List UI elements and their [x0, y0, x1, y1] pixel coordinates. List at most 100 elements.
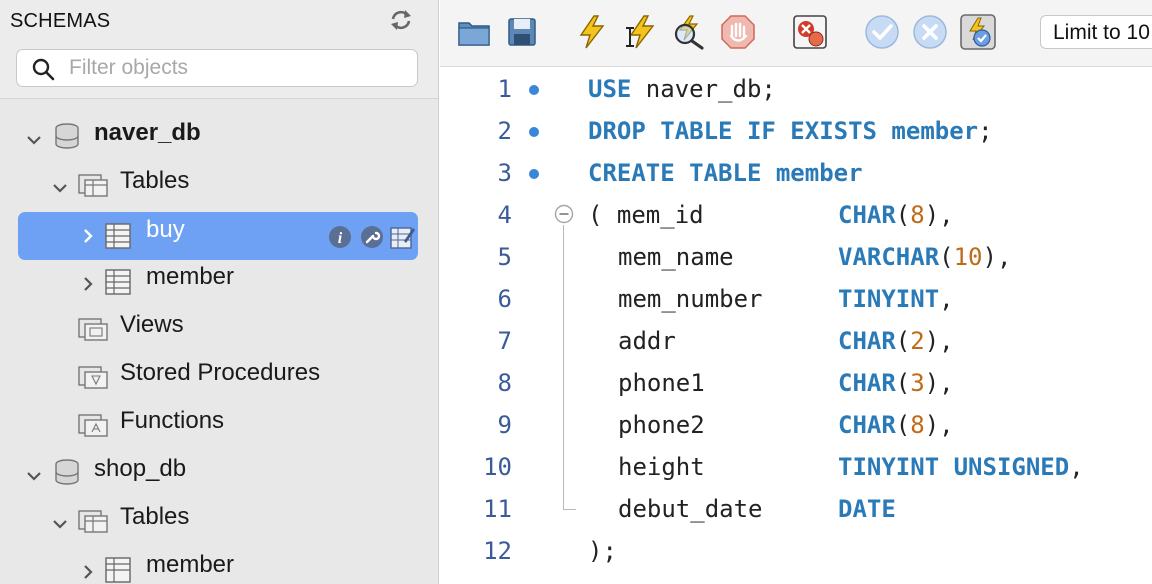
save-icon[interactable]: [504, 14, 540, 50]
folder-label: Tables: [120, 503, 190, 530]
tree-folder-stored-procedures[interactable]: Stored Procedures: [0, 350, 438, 398]
table-label: member: [146, 551, 235, 578]
chevron-right-icon[interactable]: [80, 276, 96, 292]
punctuation: ),: [924, 411, 954, 439]
code-line-9-type: CHAR(8),: [838, 411, 954, 439]
info-icon[interactable]: i: [328, 225, 352, 249]
line-number: 7: [497, 327, 512, 355]
table-icon: [105, 223, 131, 249]
check-icon[interactable]: [864, 14, 900, 50]
chevron-down-icon[interactable]: [26, 132, 42, 148]
code-line-11-type: DATE: [838, 495, 896, 523]
tree-folder-tables[interactable]: Tables: [0, 494, 438, 542]
lightning-cursor-icon[interactable]: [622, 14, 658, 50]
tree-table-member[interactable]: member: [0, 542, 438, 584]
x-icon[interactable]: [912, 14, 948, 50]
code-line-9-col: phone2: [618, 411, 705, 439]
folder-label: Tables: [120, 167, 190, 194]
refresh-icon[interactable]: [388, 8, 414, 32]
query-toolbar: Limit to 10: [440, 0, 1152, 67]
datatype: CHAR: [838, 411, 896, 439]
sidebar-title: SCHEMAS: [10, 10, 111, 32]
folder-functions-icon: [78, 414, 108, 437]
statement-marker: [529, 85, 539, 95]
table-data-icon[interactable]: [390, 224, 416, 250]
tree-folder-tables[interactable]: Tables: [0, 158, 438, 206]
code-line-8-type: CHAR(3),: [838, 369, 954, 397]
punctuation: (: [895, 411, 911, 439]
number: 2: [910, 327, 925, 355]
punctuation: ,: [1069, 453, 1084, 481]
number: 10: [953, 243, 983, 271]
keyword: DROP TABLE IF EXISTS member: [588, 117, 979, 145]
sidebar-header: SCHEMAS: [0, 0, 438, 99]
chevron-right-icon[interactable]: [80, 228, 96, 244]
punctuation: (: [895, 201, 911, 229]
datatype: TINYINT UNSIGNED: [838, 453, 1070, 481]
wrench-icon[interactable]: [360, 225, 384, 249]
sql-editor[interactable]: 1 2 3 4 5 6 7 8 9 10 11 12 USE naver_db;…: [440, 67, 1152, 584]
line-number: 4: [497, 201, 512, 229]
magnifier-icon[interactable]: [670, 14, 706, 50]
punctuation: (: [895, 327, 911, 355]
table-label: buy: [146, 216, 185, 243]
folder-tables-icon: [78, 510, 108, 533]
line-number: 2: [497, 117, 512, 145]
punctuation: ),: [924, 369, 954, 397]
chevron-right-icon[interactable]: [80, 564, 96, 580]
fold-guide: [563, 225, 576, 510]
folder-label: Views: [120, 311, 184, 338]
tree-folder-functions[interactable]: Functions: [0, 398, 438, 446]
folder-label: Functions: [120, 407, 225, 434]
chevron-down-icon[interactable]: [52, 180, 68, 196]
code-line-2: DROP TABLE IF EXISTS member;: [588, 117, 993, 145]
chevron-down-icon[interactable]: [26, 468, 42, 484]
datatype: CHAR: [838, 369, 896, 397]
tree-schema-naver-db[interactable]: naver_db: [0, 110, 438, 158]
line-number: 10: [483, 453, 512, 481]
line-number: 1: [497, 75, 512, 103]
punctuation: ;: [978, 117, 993, 145]
limit-label: Limit to 10: [1053, 21, 1150, 44]
code-line-8-col: phone1: [618, 369, 705, 397]
filter-input[interactable]: [69, 50, 409, 86]
schema-label: shop_db: [94, 455, 187, 482]
punctuation: (: [939, 243, 954, 271]
punctuation: (: [895, 369, 911, 397]
tree-table-buy-selected[interactable]: buy i: [18, 212, 418, 260]
table-label: member: [146, 263, 235, 290]
code-line-10-col: height: [618, 453, 705, 481]
tree-schema-shop-db[interactable]: shop_db: [0, 446, 438, 494]
stop-icon[interactable]: [720, 14, 756, 50]
table-icon: [105, 557, 131, 583]
autocommit-icon[interactable]: [960, 14, 996, 50]
error-stop-icon[interactable]: [792, 14, 828, 50]
statement-marker: [529, 169, 539, 179]
chevron-down-icon[interactable]: [52, 516, 68, 532]
keyword: CREATE TABLE member: [588, 159, 863, 187]
punctuation: ),: [924, 327, 954, 355]
tree-table-member[interactable]: member: [0, 254, 438, 302]
code-line-5-col: mem_name: [618, 243, 734, 271]
schema-label: naver_db: [94, 119, 201, 146]
code-line-4-col: ( mem_id: [588, 201, 704, 229]
code-line-12: );: [588, 537, 617, 565]
punctuation: ,: [939, 285, 954, 313]
database-icon: [55, 123, 79, 149]
folder-icon[interactable]: [456, 14, 492, 50]
datatype: TINYINT: [838, 285, 940, 313]
fold-collapse-icon[interactable]: [554, 204, 574, 224]
code-line-10-type: TINYINT UNSIGNED,: [838, 453, 1084, 481]
line-number: 8: [497, 369, 512, 397]
tree-folder-views[interactable]: Views: [0, 302, 438, 350]
folder-views-icon: [78, 318, 108, 341]
search-icon: [32, 58, 55, 81]
line-number: 6: [497, 285, 512, 313]
lightning-icon[interactable]: [574, 14, 610, 50]
code-line-5-type: VARCHAR(10),: [838, 243, 1011, 271]
limit-rows-select[interactable]: Limit to 10: [1040, 15, 1152, 49]
table-icon: [105, 269, 131, 295]
datatype: CHAR: [838, 327, 896, 355]
line-number: 5: [497, 243, 512, 271]
number: 8: [910, 411, 925, 439]
